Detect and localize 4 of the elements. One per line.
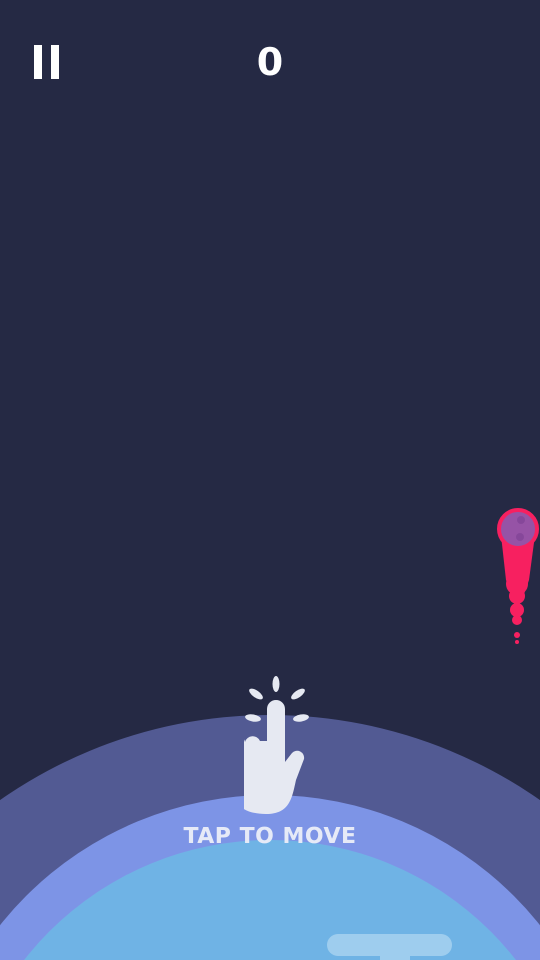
score: 0: [256, 39, 284, 86]
tap-to-move-hint: TAP TO MOVE: [182, 823, 358, 851]
cloud-icon: [326, 933, 454, 960]
tap-hand-icon: [244, 676, 310, 816]
